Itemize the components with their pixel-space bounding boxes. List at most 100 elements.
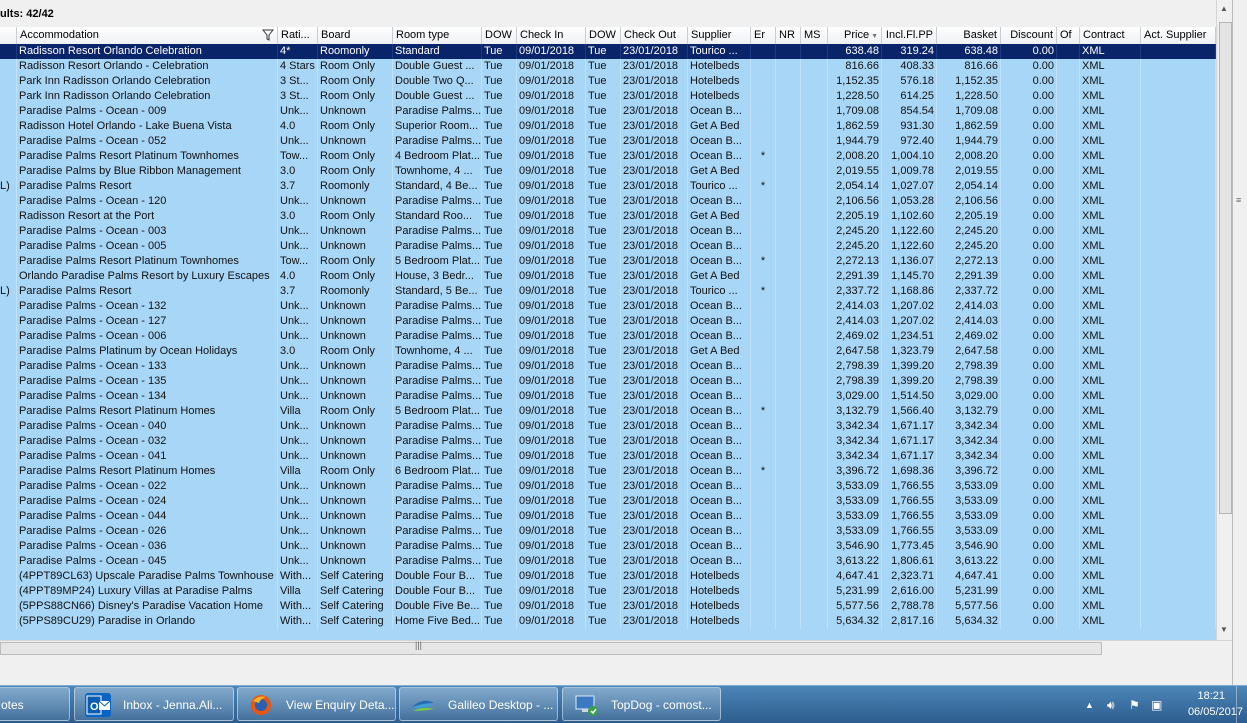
table-row[interactable]: Paradise Palms Platinum by Ocean Holiday… xyxy=(0,344,1216,359)
table-row[interactable]: Paradise Palms - Ocean - 005 Unk... Unknow… xyxy=(0,239,1216,254)
cell-board: Unknown xyxy=(318,314,393,329)
column-header-room-type[interactable]: Room type xyxy=(393,27,482,44)
table-row[interactable]: (4PPT89MP24) Luxury Villas at Paradise P… xyxy=(0,584,1216,599)
column-header-price[interactable]: Price ▼ xyxy=(828,27,882,44)
cell-nr xyxy=(776,389,801,404)
column-header-ms[interactable]: MS xyxy=(801,27,828,44)
taskbar-button-outlook[interactable]: O Inbox - Jenna.Ali... xyxy=(74,687,234,721)
clock-date[interactable]: 06/05/2017 xyxy=(1188,706,1243,718)
table-row[interactable]: Paradise Palms - Ocean - 036 Unk... Unknow… xyxy=(0,539,1216,554)
horizontal-scrollbar[interactable]: ||| xyxy=(0,640,1232,655)
table-row[interactable]: Paradise Palms - Ocean - 120 Unk... Unknow… xyxy=(0,194,1216,209)
taskbar-button-notes[interactable]: otes xyxy=(0,687,70,721)
column-header-check-out[interactable]: Check Out xyxy=(621,27,688,44)
row-indicator xyxy=(0,359,17,374)
cell-dow-in: Tue xyxy=(482,569,517,584)
table-row[interactable]: Radisson Hotel Orlando - Lake Buena Vist… xyxy=(0,119,1216,134)
table-row[interactable]: Paradise Palms Resort Platinum Townhomes… xyxy=(0,254,1216,269)
table-row[interactable]: Paradise Palms - Ocean - 045 Unk... Unknow… xyxy=(0,554,1216,569)
cell-basket: 2,414.03 xyxy=(937,314,1001,329)
table-row[interactable]: Park Inn Radisson Orlando Celebration 3 S… xyxy=(0,89,1216,104)
cell-accommodation: (5PPS88CN66) Disney's Paradise Vacation … xyxy=(17,599,278,614)
table-row[interactable]: (5PPS89CU29) Paradise in Orlando With... S… xyxy=(0,614,1216,629)
cell-rating: Unk... xyxy=(278,434,318,449)
table-row[interactable]: Paradise Palms - Ocean - 133 Unk... Unknow… xyxy=(0,359,1216,374)
cell-act-supplier xyxy=(1141,509,1216,524)
cell-check-out: 23/01/2018 xyxy=(621,149,688,164)
cell-basket: 1,228.50 xyxy=(937,89,1001,104)
column-header-dow-in[interactable]: DOW xyxy=(482,27,517,44)
table-row[interactable]: Paradise Palms - Ocean - 040 Unk... Unknow… xyxy=(0,419,1216,434)
action-center-flag-icon[interactable]: ⚑ xyxy=(1129,698,1140,712)
cell-board: Unknown xyxy=(318,554,393,569)
table-row[interactable]: Paradise Palms - Ocean - 132 Unk... Unknow… xyxy=(0,299,1216,314)
table-row[interactable]: Orlando Paradise Palms Resort by Luxury … xyxy=(0,269,1216,284)
cell-rating: Unk... xyxy=(278,554,318,569)
table-row[interactable]: Paradise Palms - Ocean - 135 Unk... Unknow… xyxy=(0,374,1216,389)
table-row[interactable]: Paradise Palms Resort Platinum Homes Vill… xyxy=(0,404,1216,419)
table-row[interactable]: Paradise Palms - Ocean - 022 Unk... Unknow… xyxy=(0,479,1216,494)
table-row[interactable]: L) Paradise Palms Resort 3.7 Roomonly Standa… xyxy=(0,179,1216,194)
filter-icon[interactable] xyxy=(261,29,275,44)
table-row[interactable]: Paradise Palms by Blue Ribbon Management… xyxy=(0,164,1216,179)
cell-basket: 2,647.58 xyxy=(937,344,1001,359)
table-row[interactable]: Paradise Palms - Ocean - 041 Unk... Unknow… xyxy=(0,449,1216,464)
column-header-rating[interactable]: Rati... xyxy=(278,27,318,44)
table-row[interactable]: Paradise Palms - Ocean - 024 Unk... Unknow… xyxy=(0,494,1216,509)
table-row[interactable]: Paradise Palms - Ocean - 052 Unk... Unknow… xyxy=(0,134,1216,149)
table-row[interactable]: Paradise Palms - Ocean - 006 Unk... Unknow… xyxy=(0,329,1216,344)
cell-dow-out: Tue xyxy=(586,419,621,434)
splitter-pane[interactable]: ≡ xyxy=(1232,0,1247,685)
table-row[interactable]: Paradise Palms Resort Platinum Townhomes… xyxy=(0,149,1216,164)
column-header-dow-out[interactable]: DOW xyxy=(586,27,621,44)
network-icon[interactable]: ▣ xyxy=(1151,698,1162,712)
column-header-incl-fl-pp[interactable]: Incl.Fl.PP xyxy=(882,27,937,44)
horizontal-scroll-thumb[interactable] xyxy=(0,642,1102,655)
vertical-scrollbar[interactable]: ▲ ▼ xyxy=(1216,0,1233,640)
column-header-board[interactable]: Board xyxy=(318,27,393,44)
column-header-accommodation[interactable]: Accommodation xyxy=(17,27,278,44)
column-header-supplier[interactable]: Supplier xyxy=(688,27,751,44)
table-row[interactable]: Paradise Palms - Ocean - 032 Unk... Unknow… xyxy=(0,434,1216,449)
column-header-er[interactable]: Er xyxy=(751,27,776,44)
taskbar-button-firefox[interactable]: View Enquiry Deta... xyxy=(237,687,396,721)
vertical-scroll-thumb[interactable] xyxy=(1219,22,1232,514)
column-header-act-supplier[interactable]: Act. Supplier xyxy=(1141,27,1216,44)
scroll-up-icon[interactable]: ▲ xyxy=(1220,4,1228,13)
cell-price: 2,414.03 xyxy=(828,314,882,329)
cell-er xyxy=(751,479,776,494)
results-grid[interactable]: Accommodation Rati... Board Room type DOW Che… xyxy=(0,27,1216,640)
table-row[interactable]: (4PPT89CL63) Upscale Paradise Palms Town… xyxy=(0,569,1216,584)
table-row-selected[interactable]: Radisson Resort Orlando Celebration 4* Roo… xyxy=(0,44,1216,59)
column-header-contract[interactable]: Contract xyxy=(1080,27,1141,44)
table-row[interactable]: (5PPS88CN66) Disney's Paradise Vacation … xyxy=(0,599,1216,614)
table-row[interactable]: Paradise Palms Resort Platinum Homes Vill… xyxy=(0,464,1216,479)
table-row[interactable]: Paradise Palms - Ocean - 026 Unk... Unknow… xyxy=(0,524,1216,539)
table-row[interactable]: Paradise Palms - Ocean - 134 Unk... Unknow… xyxy=(0,389,1216,404)
table-row[interactable]: L) Paradise Palms Resort 3.7 Roomonly Standa… xyxy=(0,284,1216,299)
cell-rating: Unk... xyxy=(278,524,318,539)
taskbar-button-galileo[interactable]: Galileo Desktop - ... xyxy=(399,687,558,721)
taskbar-button-topdog[interactable]: TopDog - comost... xyxy=(562,687,721,721)
column-header-of[interactable]: Of xyxy=(1057,27,1080,44)
table-row[interactable]: Radisson Resort Orlando - Celebration 4 S… xyxy=(0,59,1216,74)
clock-time[interactable]: 18:21 xyxy=(1197,690,1225,702)
column-header-discount[interactable]: Discount xyxy=(1001,27,1057,44)
row-indicator xyxy=(0,194,17,209)
column-header-nr[interactable]: NR xyxy=(776,27,801,44)
cell-incl-fl-pp: 614.25 xyxy=(882,89,937,104)
volume-icon[interactable]: 🔊︎ xyxy=(1107,698,1115,713)
table-row[interactable]: Paradise Palms - Ocean - 044 Unk... Unknow… xyxy=(0,509,1216,524)
table-row[interactable]: Paradise Palms - Ocean - 127 Unk... Unknow… xyxy=(0,314,1216,329)
column-header-check-in[interactable]: Check In xyxy=(517,27,586,44)
show-desktop-button[interactable] xyxy=(1236,686,1247,723)
show-hidden-icons-icon[interactable]: ▲ xyxy=(1085,700,1094,710)
cell-dow-out: Tue xyxy=(586,404,621,419)
scroll-down-icon[interactable]: ▼ xyxy=(1220,625,1228,634)
cell-room-type: Double Two Q... xyxy=(393,74,482,89)
table-row[interactable]: Paradise Palms - Ocean - 003 Unk... Unknow… xyxy=(0,224,1216,239)
table-row[interactable]: Park Inn Radisson Orlando Celebration 3 S… xyxy=(0,74,1216,89)
column-header-basket[interactable]: Basket xyxy=(937,27,1001,44)
table-row[interactable]: Radisson Resort at the Port 3.0 Room Only S… xyxy=(0,209,1216,224)
table-row[interactable]: Paradise Palms - Ocean - 009 Unk... Unknow… xyxy=(0,104,1216,119)
